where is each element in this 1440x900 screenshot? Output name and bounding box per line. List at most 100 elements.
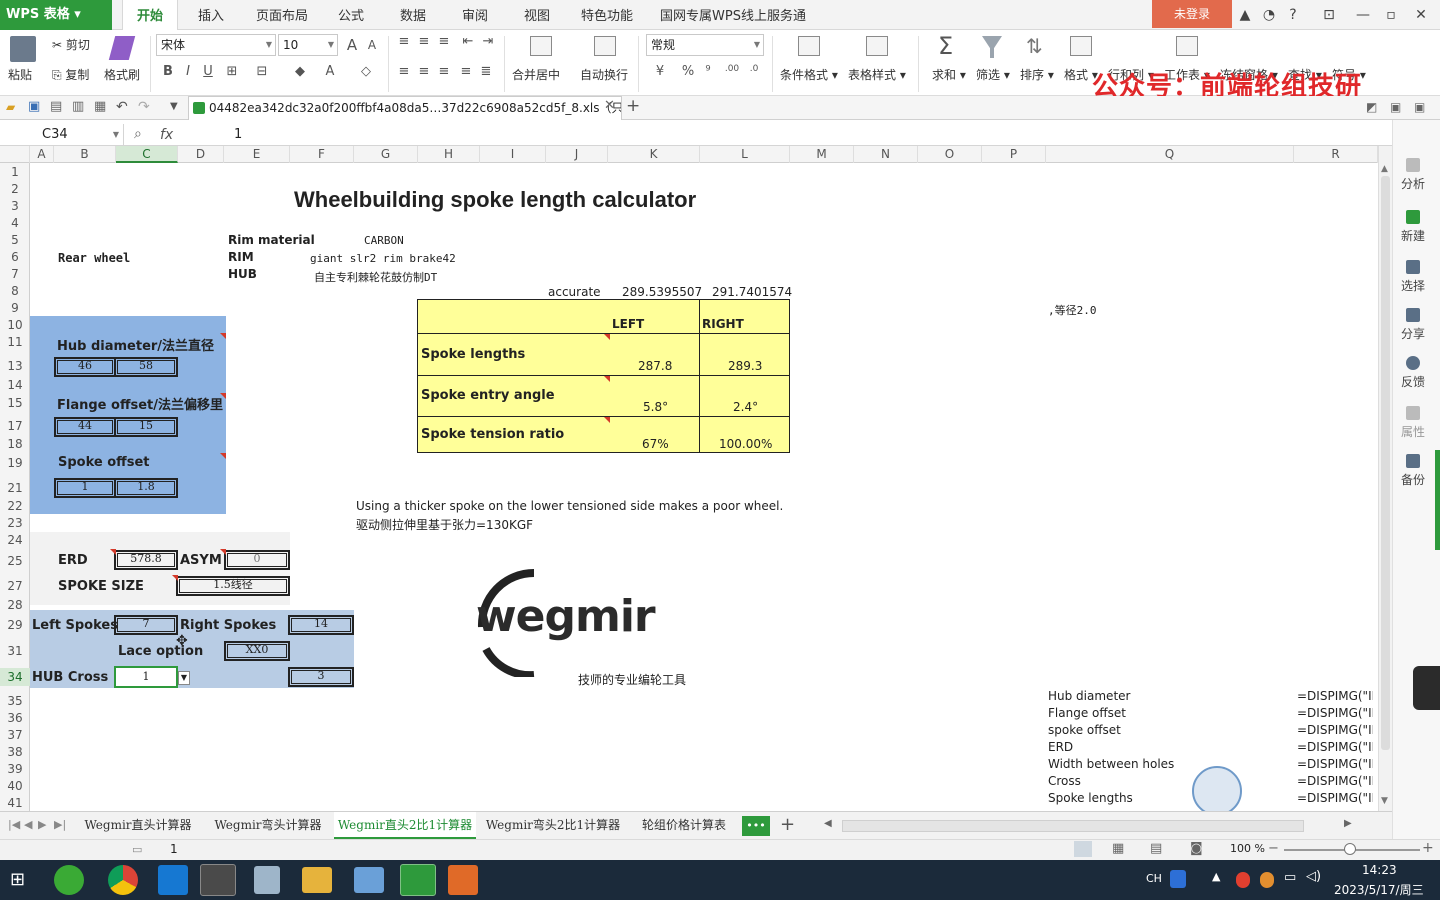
thousands-button[interactable]: ⁹ [698, 64, 718, 79]
column-header[interactable]: L [700, 146, 790, 163]
tab-features[interactable]: 特色功能 [576, 0, 638, 30]
filter-button[interactable]: 筛选 ▾ [976, 66, 1010, 83]
hub-cross-left-input-selected[interactable]: 1 [114, 666, 178, 688]
align-middle-icon[interactable]: ≡ [414, 34, 434, 49]
column-header[interactable]: I [480, 146, 546, 163]
row-header[interactable]: 18 [0, 437, 30, 451]
row-header[interactable]: 17 [0, 419, 30, 433]
search-app-icon[interactable] [1170, 870, 1186, 888]
cut-button[interactable]: ✂ 剪切 [52, 36, 90, 53]
sidebar-item-feedback[interactable]: 反馈 [1393, 356, 1433, 390]
doc-action-icon[interactable]: ◩ [1366, 100, 1377, 114]
left-spokes-input[interactable]: 7 [114, 615, 178, 635]
row-header[interactable]: 11 [0, 335, 30, 349]
scroll-thumb[interactable] [1381, 176, 1390, 750]
close-icon[interactable]: ✕ [1410, 4, 1432, 26]
row-header[interactable]: 21 [0, 481, 30, 495]
git-app-icon[interactable] [448, 865, 478, 895]
copy-button[interactable]: ⎘ 复制 [52, 66, 89, 83]
wrap-text-icon[interactable] [594, 36, 616, 56]
wps-spreadsheet-icon[interactable] [400, 864, 436, 896]
row-header[interactable]: 9 [0, 301, 30, 315]
flange-offset-left-input[interactable]: 44 [54, 417, 116, 437]
justify-icon[interactable]: ≡ [456, 64, 476, 79]
minimize-icon[interactable]: — [1352, 4, 1374, 26]
row-header[interactable]: 37 [0, 728, 30, 742]
row-header[interactable]: 27 [0, 579, 30, 593]
align-right-icon[interactable]: ≡ [434, 64, 454, 79]
sidebar-item-select[interactable]: 选择 [1393, 260, 1433, 294]
italic-icon[interactable]: I [178, 64, 198, 79]
comment-marker[interactable] [220, 453, 226, 459]
chat-icon[interactable]: ◔ [1258, 4, 1280, 26]
lace-option-input[interactable]: XX0 [224, 641, 290, 661]
clock-date[interactable]: 2023/5/17/周三 [1334, 881, 1424, 898]
comment-marker[interactable] [220, 549, 226, 555]
row-header[interactable]: 6 [0, 250, 30, 264]
align-left-icon[interactable]: ≡ [394, 64, 414, 79]
sort-button[interactable]: 排序 ▾ [1020, 66, 1054, 83]
column-header[interactable]: M [790, 146, 854, 163]
row-header[interactable]: 22 [0, 499, 30, 513]
format-icon[interactable] [1070, 36, 1092, 56]
row-header[interactable]: 25 [0, 554, 30, 568]
row-header[interactable]: 38 [0, 745, 30, 759]
zoom-out-icon[interactable]: − [1268, 841, 1279, 856]
tab-insert[interactable]: 插入 [188, 0, 234, 30]
right-spokes-input[interactable]: 14 [288, 615, 354, 635]
row-header[interactable]: 40 [0, 779, 30, 793]
column-header[interactable]: F [290, 146, 354, 163]
first-sheet-icon[interactable]: |◀ [8, 818, 20, 831]
tab-page-layout[interactable]: 页面布局 [250, 0, 314, 30]
qq-tray-icon[interactable] [1236, 872, 1250, 888]
spoke-offset-right-input[interactable]: 1.8 [114, 478, 178, 498]
row-header[interactable]: 1 [0, 165, 30, 179]
app-u-icon[interactable] [158, 865, 188, 895]
row-header[interactable]: 10 [0, 318, 30, 332]
column-header[interactable]: G [354, 146, 418, 163]
conditional-format-button[interactable]: 条件格式 ▾ [780, 66, 838, 83]
tab-home[interactable]: 开始 [122, 0, 178, 30]
indent-decrease-icon[interactable]: ⇤ [458, 34, 478, 49]
format-painter-button[interactable]: 格式刷 [104, 66, 140, 83]
align-bottom-icon[interactable]: ≡ [434, 34, 454, 49]
column-header[interactable]: R [1294, 146, 1378, 163]
login-button[interactable]: 未登录 [1152, 0, 1232, 28]
row-header[interactable]: 14 [0, 378, 30, 392]
hub-cross-right-input[interactable]: 3 [288, 667, 354, 687]
row-header[interactable]: 31 [0, 644, 30, 658]
spoke-offset-left-input[interactable]: 1 [54, 478, 116, 498]
row-header[interactable]: 8 [0, 284, 30, 298]
vertical-scrollbar[interactable]: ▲ ▼ [1378, 146, 1392, 811]
save-icon[interactable]: ▣ [28, 99, 40, 114]
file-explorer-icon[interactable] [302, 867, 332, 893]
table-style-button[interactable]: 表格样式 ▾ [848, 66, 906, 83]
comment-marker[interactable] [220, 333, 226, 339]
row-header[interactable]: 7 [0, 267, 30, 281]
ime-indicator[interactable]: CH [1146, 872, 1162, 885]
paste-button[interactable]: 粘贴 [8, 66, 32, 83]
currency-icon[interactable]: ¥ [650, 64, 670, 79]
fill-color-icon[interactable]: ◆ [290, 64, 310, 79]
name-box[interactable]: C34 ▼ [0, 124, 124, 146]
column-header[interactable]: H [418, 146, 480, 163]
row-header[interactable]: 5 [0, 233, 30, 247]
wechat-icon[interactable] [54, 865, 84, 895]
page-break-view-icon[interactable]: ▦ [1112, 841, 1124, 856]
scroll-down-icon[interactable]: ▼ [1381, 796, 1388, 806]
column-header[interactable]: P [982, 146, 1046, 163]
sum-button[interactable]: 求和 ▾ [932, 66, 966, 83]
zoom-in-icon[interactable]: + [1422, 840, 1434, 856]
tab-view[interactable]: 视图 [514, 0, 560, 30]
help-icon[interactable]: ? [1282, 4, 1304, 26]
row-header[interactable]: 29 [0, 618, 30, 632]
format-painter-icon[interactable] [108, 36, 136, 60]
column-header[interactable]: Q [1046, 146, 1294, 163]
clear-format-icon[interactable]: ◇ [356, 64, 376, 79]
maximize-icon[interactable]: ▫ [1380, 4, 1402, 26]
comment-marker[interactable] [604, 376, 610, 382]
zoom-level[interactable]: 100 % [1230, 842, 1265, 855]
sum-icon[interactable]: Σ [938, 32, 953, 60]
align-center-icon[interactable]: ≡ [414, 64, 434, 79]
sheet-tab[interactable]: Wegmir直头计算器 [76, 812, 200, 839]
